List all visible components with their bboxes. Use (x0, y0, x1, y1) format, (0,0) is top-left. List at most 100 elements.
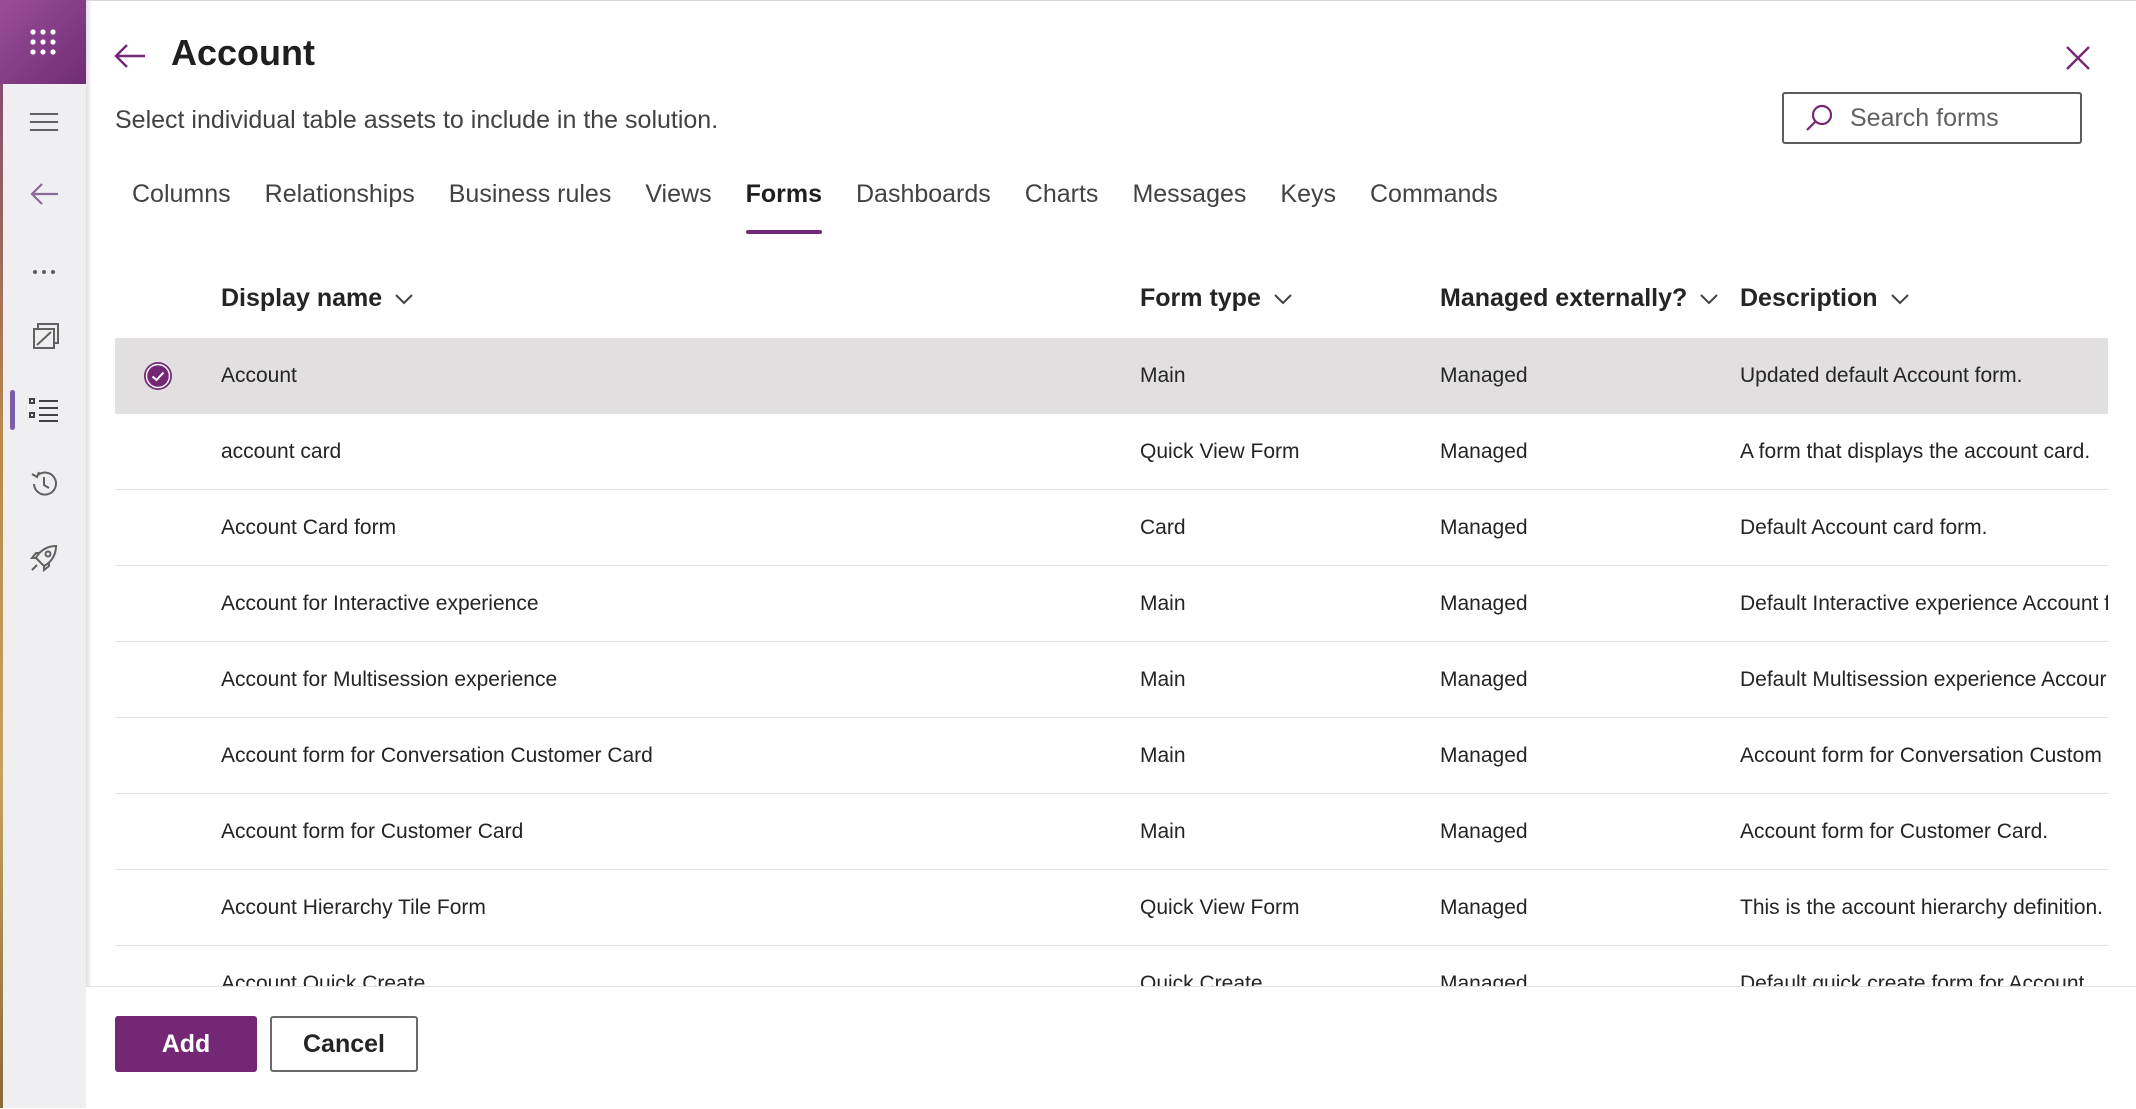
search-icon (1804, 103, 1834, 133)
hamburger-icon (30, 113, 58, 131)
column-header-label: Description (1740, 284, 1878, 312)
search-input[interactable] (1848, 102, 2072, 134)
objects-icon (33, 323, 59, 349)
dialog-footer: Add Cancel (86, 986, 2136, 1109)
back-button[interactable] (110, 36, 150, 76)
cell-form-type: Card (1140, 516, 1186, 539)
tab-relationships[interactable]: Relationships (248, 170, 432, 234)
tab-business-rules[interactable]: Business rules (432, 170, 629, 234)
more-button[interactable] (22, 250, 66, 294)
table-row[interactable]: Account for Interactive experience Main … (115, 566, 2108, 642)
cell-display-name: Account (221, 364, 297, 387)
cell-description: Account form for Conversation Custom (1740, 744, 2102, 767)
cell-managed: Managed (1440, 440, 1528, 463)
cell-form-type: Main (1140, 744, 1186, 767)
cell-description: Account form for Customer Card. (1740, 820, 2049, 843)
history-icon (31, 471, 57, 496)
search-box[interactable] (1782, 92, 2082, 144)
chevron-down-icon (1273, 293, 1293, 305)
top-divider (86, 0, 2136, 1)
page-title: Account (171, 32, 315, 73)
cell-form-type: Main (1140, 820, 1186, 843)
left-rail (0, 0, 86, 1108)
hamburger-button[interactable] (22, 100, 66, 144)
rail-objects-button[interactable] (22, 314, 66, 358)
close-icon (2066, 46, 2090, 70)
cell-form-type: Main (1140, 592, 1186, 615)
cell-display-name: account card (221, 440, 342, 463)
add-button[interactable]: Add (115, 1016, 257, 1072)
cell-display-name: Account for Interactive experience (221, 592, 539, 615)
tab-dashboards[interactable]: Dashboards (839, 170, 1008, 234)
column-header-managed[interactable]: Managed externally? (1440, 284, 1719, 313)
column-header-label: Display name (221, 284, 383, 312)
rail-edge-decoration (0, 0, 3, 1108)
cancel-button[interactable]: Cancel (270, 1016, 418, 1072)
arrow-left-icon (30, 183, 58, 205)
cell-form-type: Quick Create (1140, 972, 1263, 986)
table-row[interactable]: Account form for Customer Card Main Mana… (115, 794, 2108, 870)
chevron-down-icon (1699, 293, 1719, 305)
cell-description: Updated default Account form. (1740, 364, 2023, 387)
rocket-icon (29, 544, 58, 573)
tab-bar: Columns Relationships Business rules Vie… (115, 170, 1515, 234)
cell-managed: Managed (1440, 668, 1528, 691)
tab-forms[interactable]: Forms (729, 170, 839, 234)
cell-managed: Managed (1440, 592, 1528, 615)
column-header-label: Managed externally? (1440, 284, 1688, 312)
table-row[interactable]: Account Quick Create Quick Create Manage… (115, 946, 2108, 986)
cell-description: This is the account hierarchy definition… (1740, 896, 2104, 919)
cell-description: Default Account card form. (1740, 516, 1988, 539)
arrow-left-icon (114, 44, 145, 68)
rail-history-button[interactable] (22, 462, 66, 506)
cell-display-name: Account Card form (221, 516, 397, 539)
app-launcher-button[interactable] (0, 0, 86, 84)
table-row[interactable]: Account Card form Card Managed Default A… (115, 490, 2108, 566)
cell-managed: Managed (1440, 972, 1528, 986)
cell-description: A form that displays the account card. (1740, 440, 2091, 463)
rail-shadow (86, 0, 92, 1108)
cell-managed: Managed (1440, 516, 1528, 539)
chevron-down-icon (394, 293, 414, 305)
close-button[interactable] (2058, 38, 2098, 78)
tab-keys[interactable]: Keys (1263, 170, 1353, 234)
tab-commands[interactable]: Commands (1353, 170, 1515, 234)
column-header-description[interactable]: Description (1740, 284, 1910, 313)
column-header-label: Form type (1140, 284, 1261, 312)
cell-managed: Managed (1440, 896, 1528, 919)
table-row[interactable]: Account for Multisession experience Main… (115, 642, 2108, 718)
table-row[interactable]: account card Quick View Form Managed A f… (115, 414, 2108, 490)
list-icon (29, 398, 58, 422)
tab-columns[interactable]: Columns (115, 170, 248, 234)
table-body: Account Main Managed Updated default Acc… (115, 338, 2108, 986)
column-header-form-type[interactable]: Form type (1140, 284, 1293, 313)
rail-active-indicator (10, 390, 15, 430)
cell-description: Default Interactive experience Account f (1740, 592, 2108, 615)
cell-display-name: Account form for Customer Card (221, 820, 524, 843)
cell-managed: Managed (1440, 744, 1528, 767)
cell-form-type: Quick View Form (1140, 440, 1300, 463)
tab-views[interactable]: Views (628, 170, 728, 234)
cell-form-type: Quick View Form (1140, 896, 1300, 919)
page-subtitle: Select individual table assets to includ… (115, 106, 719, 134)
tab-charts[interactable]: Charts (1008, 170, 1116, 234)
rail-list-button[interactable] (22, 388, 66, 432)
checkmark-circle-icon[interactable] (143, 361, 173, 391)
cell-form-type: Main (1140, 668, 1186, 691)
waffle-icon (30, 29, 56, 55)
cell-display-name: Account form for Conversation Customer C… (221, 744, 653, 767)
cell-managed: Managed (1440, 364, 1528, 387)
forms-table: Display name Form type Managed externall… (115, 262, 2108, 338)
column-header-display-name[interactable]: Display name (221, 284, 414, 313)
table-row[interactable]: Account Main Managed Updated default Acc… (115, 338, 2108, 414)
cell-description: Default quick create form for Account (1740, 972, 2085, 986)
rail-back-button[interactable] (22, 172, 66, 216)
chevron-down-icon (1890, 293, 1910, 305)
cell-display-name: Account for Multisession experience (221, 668, 558, 691)
rail-deploy-button[interactable] (22, 536, 66, 580)
table-row[interactable]: Account Hierarchy Tile Form Quick View F… (115, 870, 2108, 946)
tab-messages[interactable]: Messages (1115, 170, 1263, 234)
cell-managed: Managed (1440, 820, 1528, 843)
table-row[interactable]: Account form for Conversation Customer C… (115, 718, 2108, 794)
table-header: Display name Form type Managed externall… (115, 262, 2108, 338)
